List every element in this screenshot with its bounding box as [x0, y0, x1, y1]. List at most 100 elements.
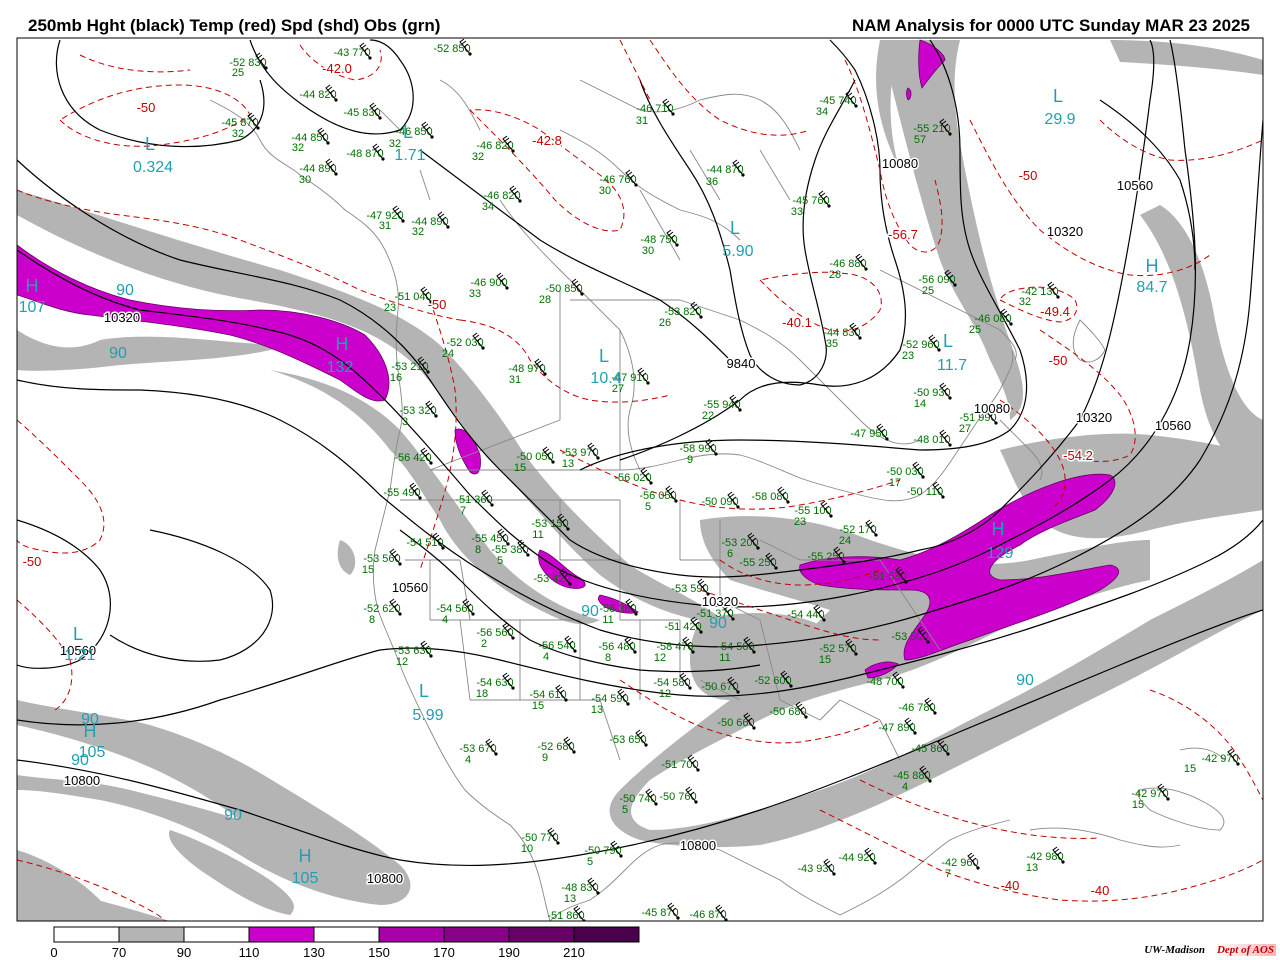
station-obs-label: 33 — [469, 288, 481, 300]
high-low-label: L — [599, 346, 609, 366]
temp-contour-label: -40 — [1091, 883, 1110, 898]
high-low-label: H — [299, 846, 312, 866]
station-obs-label: -45 870 — [641, 907, 678, 919]
station-obs-label: 15 — [514, 462, 526, 474]
station-obs-label: -56 020 — [614, 472, 651, 484]
station-obs-label: 9 — [687, 454, 693, 466]
legend-tick-label: 190 — [498, 945, 520, 960]
station-obs-label: -51 420 — [664, 621, 701, 633]
station-obs-label: 34 — [816, 106, 828, 118]
station-obs-label: -53 420 — [533, 573, 570, 585]
station-obs-label: -54 440 — [787, 609, 824, 621]
station-obs-label: -51 040 — [394, 291, 431, 303]
station-obs-label: 11 — [719, 652, 730, 664]
station-obs-label: 25 — [922, 285, 934, 297]
height-contour-label: 10320 — [702, 594, 738, 609]
station-obs-label: 31 — [379, 220, 391, 232]
station-obs-label: -45 830 — [343, 107, 380, 119]
high-low-label: 0.324 — [133, 159, 173, 176]
height-contour-label: 10080 — [882, 156, 918, 171]
legend-swatch — [118, 926, 185, 943]
station-obs-label: 4 — [465, 754, 471, 766]
high-low-label: 129 — [987, 545, 1014, 562]
high-low-label: H — [26, 276, 39, 296]
legend-swatch — [248, 926, 315, 943]
high-low-label: L — [1053, 86, 1063, 106]
temp-contour-label: -50 — [1049, 353, 1068, 368]
station-obs-label: -42 970 — [1201, 753, 1238, 765]
station-obs-label: -54 510 — [406, 537, 443, 549]
temp-contour-label: -50 — [23, 554, 42, 569]
temp-contour-label: -42.8 — [532, 133, 562, 148]
station-obs-label: 23 — [902, 350, 914, 362]
station-obs-label: 12 — [654, 652, 666, 664]
station-obs-label: 15 — [1132, 799, 1144, 811]
high-low-label: 5.90 — [722, 243, 753, 260]
station-obs-label: -56 480 — [598, 641, 635, 653]
station-obs-label: -48 700 — [866, 676, 903, 688]
station-obs-label: -53 650 — [609, 734, 646, 746]
weather-map: -43 770 -52 850-52 83025-44 820-45 830-45… — [16, 37, 1264, 960]
station-obs-label: -46 870 — [689, 909, 726, 921]
wind-speed-legend: 0 70 90 110 130 150 170 190 210 — [50, 926, 640, 960]
station-obs-label: 15 — [362, 564, 374, 576]
high-low-label: 90 — [224, 807, 242, 824]
station-obs-label: -45 860 — [911, 743, 948, 755]
temp-contour-label: -56.7 — [888, 227, 918, 242]
station-obs-label: 12 — [396, 656, 408, 668]
station-obs-label: -50 760 — [659, 791, 696, 803]
station-obs-label: 3 — [402, 416, 408, 428]
temp-contour-label: -40.1 — [782, 315, 812, 330]
credit-org: UW-Madison — [1144, 944, 1205, 956]
high-low-label: 10.4 — [590, 370, 621, 387]
station-obs-label: -51 860 — [547, 910, 584, 922]
station-obs-label: 4 — [902, 781, 908, 793]
station-obs-label: 7 — [945, 868, 951, 880]
credit-dept: Dept of AOS — [1214, 944, 1276, 956]
station-obs-label: 17 — [889, 477, 901, 489]
station-obs-label: -43 930 — [797, 863, 834, 875]
high-low-label: 90 — [109, 345, 127, 362]
station-obs-label: 32 — [232, 128, 244, 140]
station-obs-label: 5 — [587, 856, 593, 868]
legend-tick-label: 90 — [177, 945, 191, 960]
station-obs-label: 36 — [706, 176, 718, 188]
station-obs-label: 2 — [481, 638, 487, 650]
height-contour-label: 10560 — [1117, 178, 1153, 193]
station-obs-label: 7 — [460, 505, 466, 517]
height-contour-label: 10800 — [64, 773, 100, 788]
station-obs-label: 34 — [482, 201, 494, 213]
station-obs-label: 11 — [602, 614, 613, 626]
station-obs-label: 15 — [819, 654, 831, 666]
station-obs-label: -52 600 — [754, 675, 791, 687]
high-low-label: 11.7 — [937, 357, 967, 374]
station-obs-label: 4 — [442, 614, 448, 626]
station-obs-label: 16 — [390, 372, 402, 384]
height-contour-label: 10800 — [680, 838, 716, 853]
station-obs-label: 9 — [542, 752, 548, 764]
legend-swatch — [53, 926, 120, 943]
station-obs-label: 22 — [702, 410, 714, 422]
station-obs-label: 15 — [1184, 763, 1196, 775]
station-obs-label: 32 — [472, 151, 484, 163]
legend-tick-label: 0 — [50, 945, 57, 960]
station-obs-label: 28 — [539, 294, 551, 306]
station-obs-label: -52 850 — [433, 43, 470, 55]
station-obs-label: 8 — [475, 544, 481, 556]
height-contour-label: 10320 — [104, 310, 140, 325]
station-obs-label: -43 770 — [333, 47, 370, 59]
station-obs-label: 10 — [521, 843, 533, 855]
high-low-label: H — [336, 334, 349, 354]
station-obs-label: 5 — [622, 804, 628, 816]
station-obs-label: -50 110 — [907, 486, 944, 498]
height-contour-label: 10320 — [1047, 224, 1083, 239]
high-low-label: 90 — [81, 711, 99, 728]
height-contour-label: 9840 — [727, 356, 756, 371]
station-obs-label: 4 — [543, 651, 549, 663]
station-obs-label: 11 — [532, 529, 543, 541]
station-obs-label: 25 — [969, 324, 981, 336]
station-obs-label: -46 710 — [636, 103, 673, 115]
temp-contour-label: -54.2 — [1063, 448, 1093, 463]
station-obs-label: 31 — [636, 115, 648, 127]
station-obs-label: -51 580 — [869, 571, 906, 583]
